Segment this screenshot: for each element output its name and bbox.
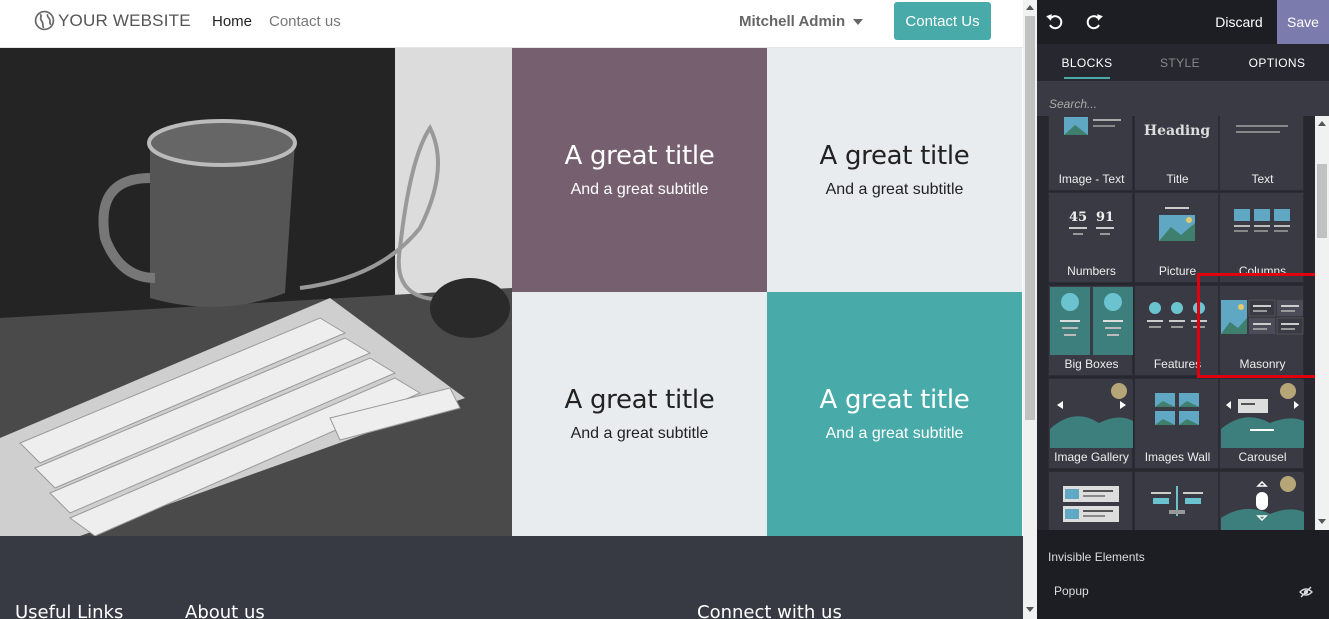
- brand-name: YOUR WEBSITE: [58, 10, 191, 30]
- block-images-wall[interactable]: Images Wall: [1134, 378, 1219, 469]
- block-label: Carousel: [1238, 450, 1287, 464]
- block-image-text[interactable]: Image - Text: [1048, 116, 1133, 191]
- tile-title: A great title: [819, 385, 970, 415]
- scrollbar-thumb[interactable]: [1025, 16, 1035, 420]
- block-title[interactable]: Heading Title: [1134, 116, 1219, 191]
- block-columns[interactable]: Columns: [1219, 192, 1304, 283]
- editor-tabs: BLOCKS STYLE OPTIONS: [1037, 44, 1329, 81]
- scroll-up-arrow-icon[interactable]: [1318, 121, 1326, 126]
- big-boxes-thumbnail-icon: [1050, 287, 1133, 355]
- carousel-thumbnail-icon: [1221, 380, 1304, 448]
- website-scrollbar[interactable]: [1023, 0, 1037, 619]
- block-item[interactable]: [1048, 471, 1133, 530]
- tile-title: A great title: [564, 385, 715, 415]
- globe-icon: [34, 10, 55, 31]
- tab-style[interactable]: STYLE: [1147, 44, 1213, 81]
- svg-text:91: 91: [1096, 210, 1114, 225]
- block-text[interactable]: Text: [1219, 116, 1304, 191]
- block-label: Image Gallery: [1054, 450, 1129, 464]
- blocks-list: Image - Text Heading Title Text 45 91 Nu…: [1037, 116, 1315, 530]
- desk-keyboard-image: [0, 48, 512, 536]
- scroll-down-arrow-icon[interactable]: [1026, 607, 1034, 612]
- tile-subtitle: And a great subtitle: [825, 181, 964, 198]
- block-label: Big Boxes: [1064, 357, 1119, 371]
- undo-icon[interactable]: [1045, 12, 1065, 32]
- scrollbar-thumb[interactable]: [1317, 164, 1327, 238]
- block-label: Numbers: [1067, 264, 1116, 278]
- tile-title: A great title: [564, 141, 715, 171]
- images-wall-thumbnail-icon: [1155, 393, 1199, 425]
- timeline-thumbnail-icon: [1151, 486, 1203, 516]
- tile-title: A great title: [819, 141, 970, 171]
- masonry-highlight-box: [1197, 273, 1315, 378]
- editor-panel: Discard Save BLOCKS STYLE OPTIONS Image …: [1037, 0, 1329, 619]
- invisible-item-popup[interactable]: Popup: [1054, 584, 1089, 598]
- masonry-tile[interactable]: A great title And a great subtitle: [512, 292, 767, 536]
- nav-link-contact[interactable]: Contact us: [269, 13, 341, 30]
- scroll-indicator-thumbnail-icon: [1221, 473, 1304, 530]
- heading-thumbnail-icon: Heading: [1144, 123, 1210, 139]
- masonry-tile[interactable]: A great title And a great subtitle: [767, 48, 1022, 292]
- tile-subtitle: And a great subtitle: [570, 425, 709, 442]
- columns-thumbnail-icon: [1234, 209, 1290, 232]
- block-item[interactable]: [1134, 471, 1219, 530]
- svg-text:Heading: Heading: [1144, 123, 1210, 139]
- save-button[interactable]: Save: [1277, 0, 1329, 44]
- block-image-gallery[interactable]: Image Gallery: [1048, 378, 1133, 469]
- footer-heading-about: About us: [185, 602, 265, 619]
- masonry-tile[interactable]: A great title And a great subtitle: [767, 292, 1022, 536]
- svg-text:45: 45: [1069, 210, 1087, 225]
- tab-blocks[interactable]: BLOCKS: [1054, 44, 1120, 81]
- block-label: Images Wall: [1144, 450, 1211, 464]
- footer: Useful Links About us Connect with us: [0, 536, 1023, 619]
- scroll-up-arrow-icon[interactable]: [1026, 5, 1034, 10]
- picture-thumbnail-icon: [1159, 207, 1195, 241]
- discard-button[interactable]: Discard: [1205, 0, 1273, 44]
- block-carousel[interactable]: Carousel: [1219, 378, 1304, 469]
- user-menu[interactable]: Mitchell Admin: [739, 13, 864, 30]
- text-thumbnail-icon: [1236, 125, 1288, 133]
- masonry-tile[interactable]: A great title And a great subtitle: [512, 48, 767, 292]
- block-picture[interactable]: Picture: [1134, 192, 1219, 283]
- blocks-search-input[interactable]: [1037, 81, 1329, 116]
- block-item[interactable]: [1219, 471, 1304, 530]
- blocks-scrollbar[interactable]: [1315, 116, 1329, 530]
- caret-down-icon: [853, 18, 864, 25]
- block-numbers[interactable]: 45 91 Numbers: [1048, 192, 1133, 283]
- invisible-elements-title: Invisible Elements: [1048, 550, 1145, 564]
- tile-subtitle: And a great subtitle: [570, 181, 709, 198]
- user-name: Mitchell Admin: [739, 13, 846, 30]
- navbar: YOUR WEBSITE Home Contact us Mitchell Ad…: [0, 0, 1023, 48]
- site-logo[interactable]: YOUR WEBSITE: [34, 10, 191, 31]
- block-big-boxes[interactable]: Big Boxes: [1048, 285, 1133, 376]
- editor-topbar: Discard Save: [1037, 0, 1329, 44]
- tab-options[interactable]: OPTIONS: [1241, 44, 1313, 81]
- contact-us-button[interactable]: Contact Us: [894, 2, 991, 40]
- footer-heading-useful-links: Useful Links: [15, 602, 124, 619]
- footer-heading-connect: Connect with us: [697, 602, 842, 619]
- website-preview: YOUR WEBSITE Home Contact us Mitchell Ad…: [0, 0, 1023, 619]
- block-label: Text: [1251, 172, 1274, 186]
- block-label: Image - Text: [1058, 172, 1125, 186]
- image-text-thumbnail-icon: [1064, 117, 1121, 135]
- redo-icon[interactable]: [1084, 12, 1104, 32]
- media-list-thumbnail-icon: [1063, 486, 1119, 522]
- tile-subtitle: And a great subtitle: [825, 425, 964, 442]
- invisible-elements-section: Invisible Elements Popup: [1037, 530, 1329, 619]
- numbers-thumbnail-icon: 45 91: [1069, 210, 1114, 235]
- image-gallery-thumbnail-icon: [1050, 380, 1133, 448]
- eye-slash-icon[interactable]: [1299, 586, 1313, 598]
- scroll-down-arrow-icon[interactable]: [1318, 519, 1326, 524]
- block-label: Title: [1166, 172, 1189, 186]
- nav-link-home[interactable]: Home: [212, 13, 252, 30]
